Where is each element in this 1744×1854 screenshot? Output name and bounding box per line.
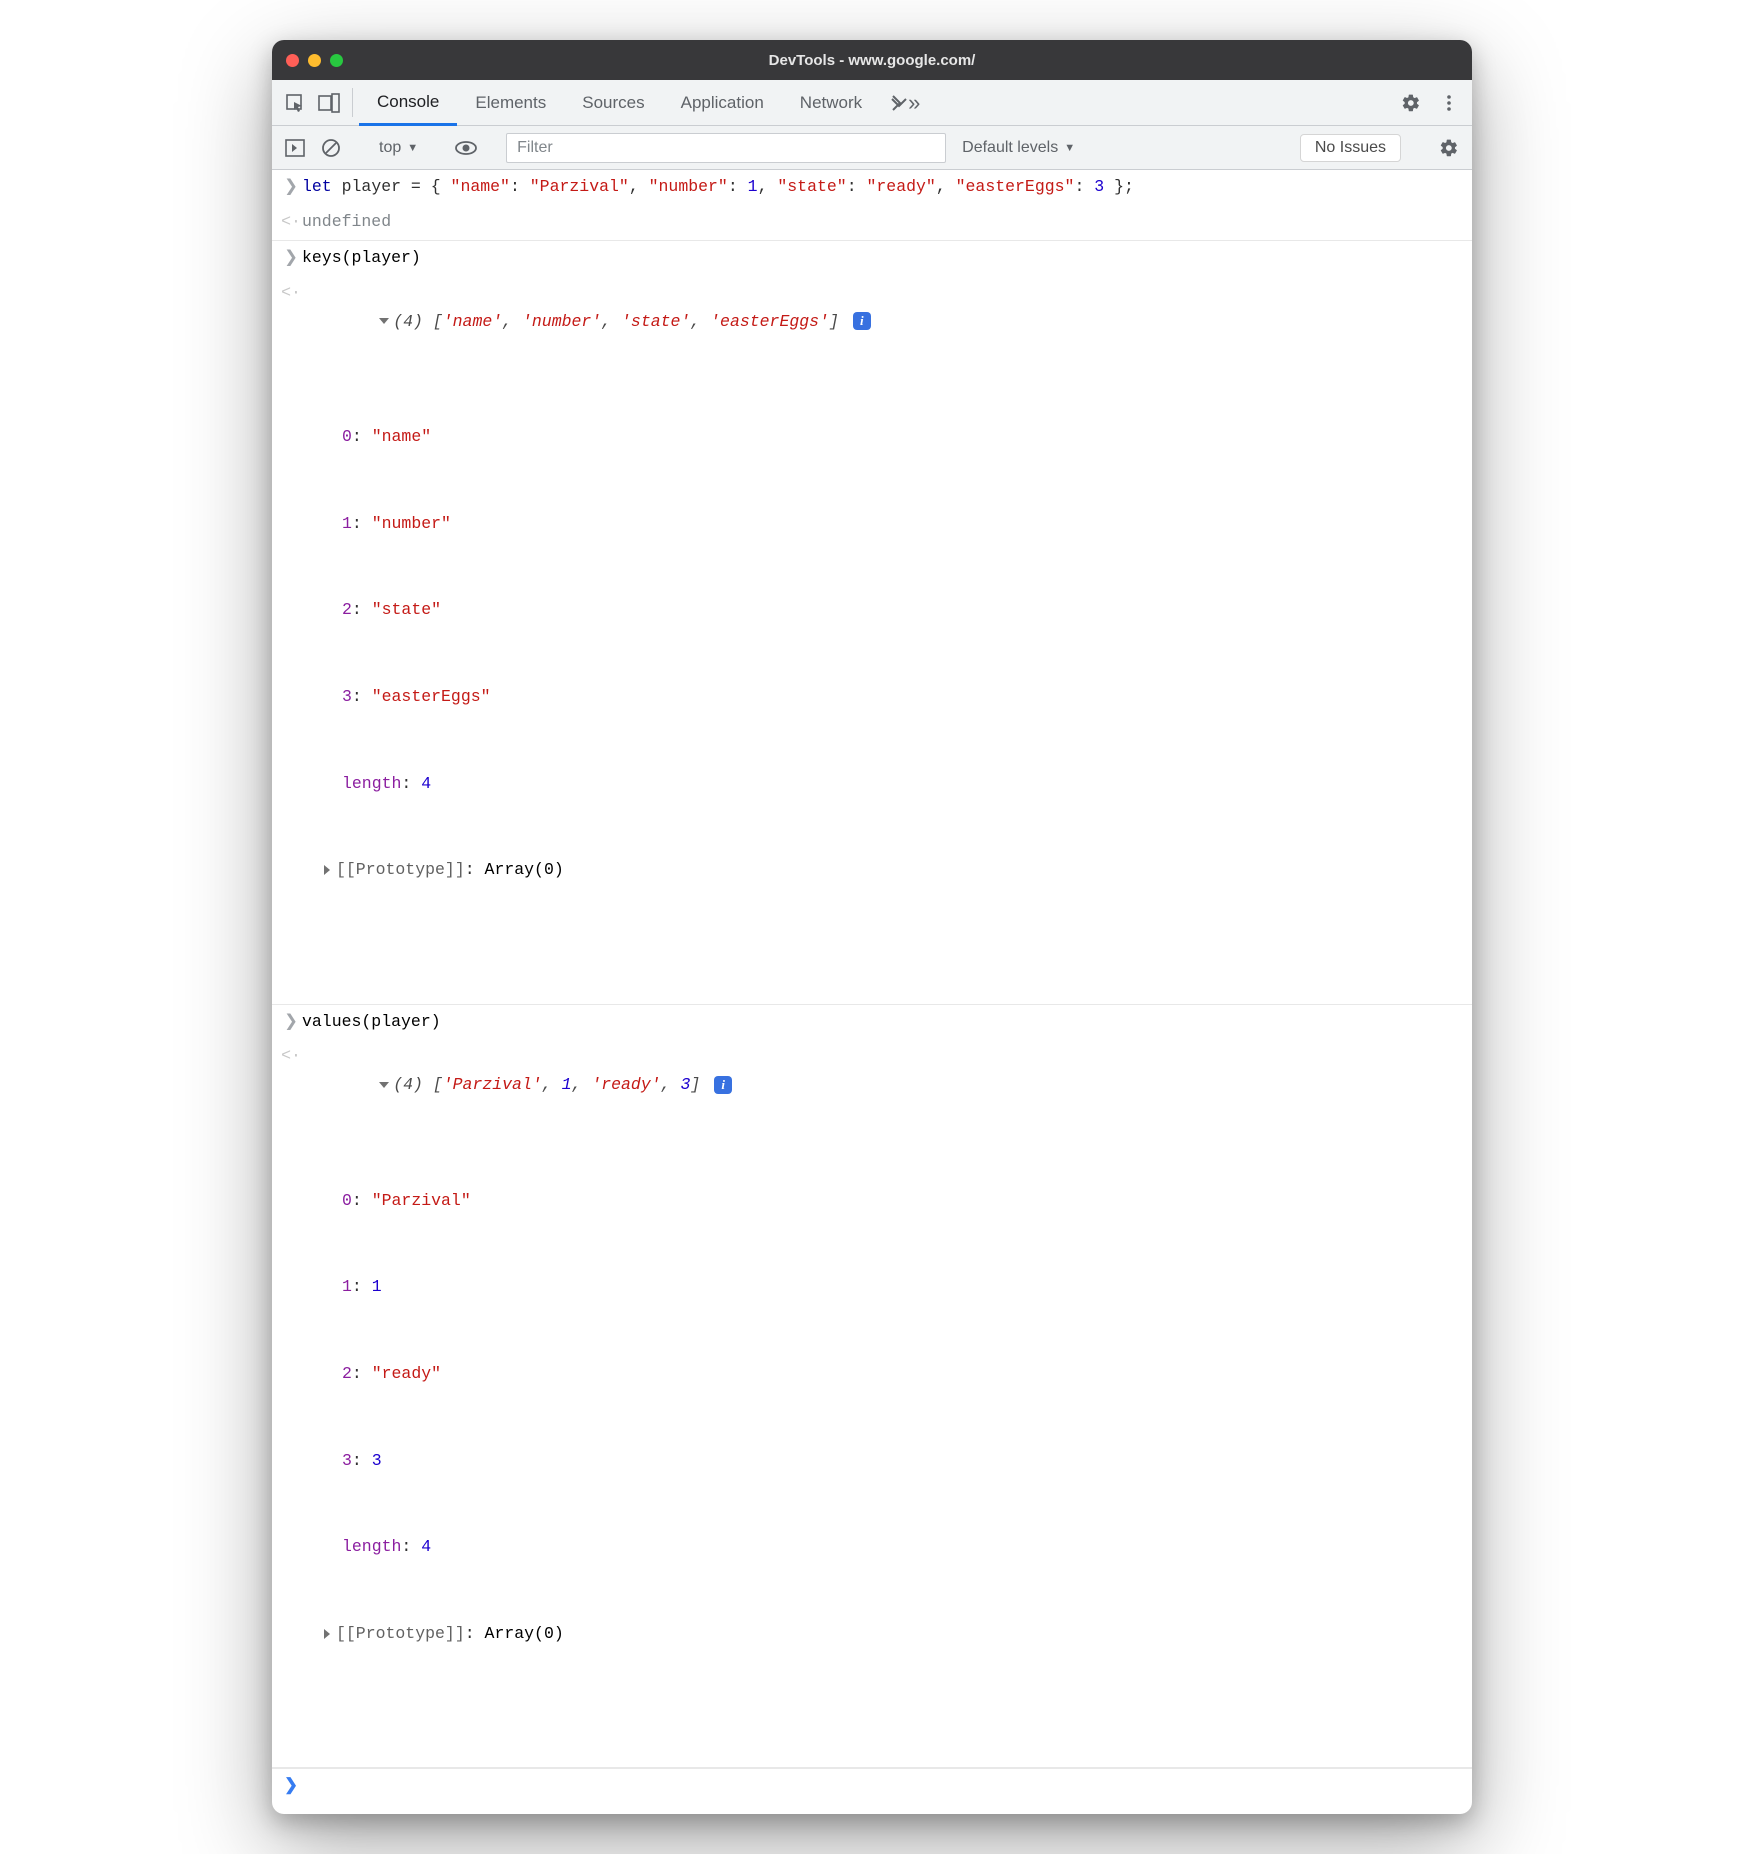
array-length[interactable]: length: 4 (342, 1533, 1460, 1562)
array-item[interactable]: 1: "number" (342, 510, 1460, 539)
console-result-row: <· undefined (272, 205, 1472, 241)
expand-caret-icon[interactable] (324, 865, 330, 875)
array-item[interactable]: 0: "name" (342, 423, 1460, 452)
result-icon: <· (280, 208, 302, 237)
toggle-sidebar-icon[interactable] (280, 133, 310, 163)
levels-label: Default levels (962, 139, 1058, 157)
tab-application[interactable]: Application (663, 80, 782, 125)
array-tree: 0: "Parzival" 1: 1 2: "ready" 3: 3 lengt… (302, 1129, 1460, 1707)
prototype-row[interactable]: [[Prototype]]: Array(0) (324, 1620, 1460, 1649)
settings-icon[interactable] (1394, 93, 1428, 113)
clear-console-icon[interactable] (316, 133, 346, 163)
separator (352, 88, 353, 117)
live-expression-icon[interactable] (451, 133, 481, 163)
tab-network[interactable]: Network (782, 80, 880, 125)
prompt-icon: ❯ (280, 173, 302, 202)
inspect-element-icon[interactable] (278, 80, 312, 125)
issues-label: No Issues (1315, 139, 1386, 156)
array-summary: (4) ['name', 'number', 'state', 'easterE… (302, 279, 1460, 1001)
array-item[interactable]: 3: 3 (342, 1447, 1460, 1476)
kebab-menu-icon[interactable] (1432, 94, 1466, 112)
tab-sources[interactable]: Sources (564, 80, 662, 125)
array-summary: (4) ['Parzival', 1, 'ready', 3] i 0: "Pa… (302, 1042, 1460, 1764)
expand-caret-icon[interactable] (324, 1629, 330, 1639)
log-levels-select[interactable]: Default levels ▼ (952, 139, 1085, 157)
input-code: let player = { "name": "Parzival", "numb… (302, 173, 1460, 202)
result-icon: <· (280, 279, 302, 308)
tab-label: Network (800, 93, 862, 113)
context-label: top (379, 139, 401, 157)
tab-label: Sources (582, 93, 644, 113)
array-item[interactable]: 0: "Parzival" (342, 1187, 1460, 1216)
input-code: values(player) (302, 1008, 1460, 1037)
prompt-icon: ❯ (280, 1772, 302, 1801)
prototype-row[interactable]: [[Prototype]]: Array(0) (324, 856, 1460, 885)
result-icon: <· (280, 1042, 302, 1071)
info-icon[interactable]: i (853, 312, 871, 330)
window-controls (286, 54, 343, 67)
execution-context-select[interactable]: top ▼ (371, 135, 426, 161)
tab-label: Application (681, 93, 764, 113)
console-input-row[interactable]: ❯ keys(player) (272, 241, 1472, 276)
close-window-button[interactable] (286, 54, 299, 67)
console-result-row[interactable]: <· (4) ['Parzival', 1, 'ready', 3] i 0: … (272, 1039, 1472, 1768)
console-settings-icon[interactable] (1434, 133, 1464, 163)
array-tree: 0: "name" 1: "number" 2: "state" 3: "eas… (302, 365, 1460, 943)
minimize-window-button[interactable] (308, 54, 321, 67)
console-result-row[interactable]: <· (4) ['name', 'number', 'state', 'east… (272, 276, 1472, 1004)
console-toolbar: top ▼ Default levels ▼ No Issues (272, 126, 1472, 170)
console-prompt-row[interactable]: ❯ (272, 1768, 1472, 1804)
issues-button[interactable]: No Issues (1300, 134, 1401, 162)
console-input-row[interactable]: ❯ let player = { "name": "Parzival", "nu… (272, 170, 1472, 205)
console-body: ❯ let player = { "name": "Parzival", "nu… (272, 170, 1472, 1814)
more-tabs-button[interactable]: » (880, 80, 930, 125)
prompt-icon: ❯ (280, 1008, 302, 1037)
devtools-window: DevTools - www.google.com/ Console Eleme… (272, 40, 1472, 1814)
tab-console[interactable]: Console (359, 80, 457, 126)
titlebar: DevTools - www.google.com/ (272, 40, 1472, 80)
filter-input[interactable] (506, 133, 946, 163)
window-title: DevTools - www.google.com/ (272, 52, 1472, 69)
device-toolbar-icon[interactable] (312, 80, 346, 125)
array-length[interactable]: length: 4 (342, 770, 1460, 799)
result-value: undefined (302, 208, 1460, 237)
array-item[interactable]: 2: "state" (342, 596, 1460, 625)
expand-caret-icon[interactable] (379, 1082, 389, 1088)
tab-label: Console (377, 92, 439, 112)
array-item[interactable]: 1: 1 (342, 1273, 1460, 1302)
array-item[interactable]: 2: "ready" (342, 1360, 1460, 1389)
panel-tabbar: Console Elements Sources Application Net… (272, 80, 1472, 126)
tab-elements[interactable]: Elements (457, 80, 564, 125)
prompt-icon: ❯ (280, 244, 302, 273)
input-code: keys(player) (302, 244, 1460, 273)
tab-label: Elements (475, 93, 546, 113)
console-input-row[interactable]: ❯ values(player) (272, 1004, 1472, 1040)
expand-caret-icon[interactable] (379, 318, 389, 324)
info-icon[interactable]: i (714, 1076, 732, 1094)
array-item[interactable]: 3: "easterEggs" (342, 683, 1460, 712)
maximize-window-button[interactable] (330, 54, 343, 67)
